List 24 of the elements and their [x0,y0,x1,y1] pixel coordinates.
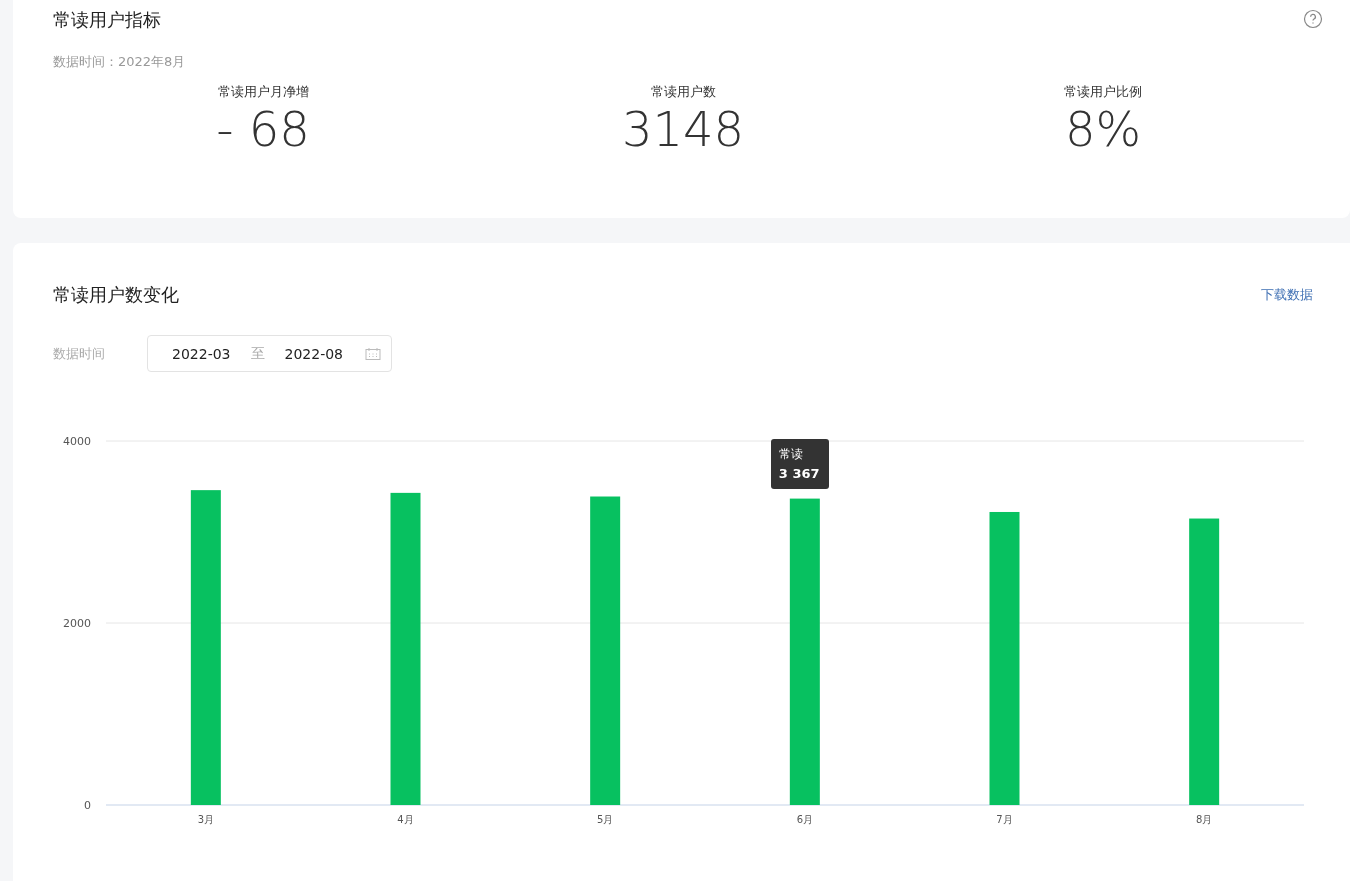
axis-category-label: 7月 [996,814,1013,825]
axis-tick-label: 0 [84,799,91,812]
metric-value: 3148 [621,101,745,157]
axis-category-label: 5月 [597,814,614,825]
section-title: 常读用户数变化 [53,283,179,307]
date-range-picker[interactable]: 2022-03 至 2022-08 [147,335,392,372]
metric-value: - 68 [216,101,310,157]
data-time-text: 数据时间：2022年8月 [53,53,186,71]
metric-value: 8% [1064,101,1142,157]
axis-tick-label: 4000 [63,435,91,448]
download-link[interactable]: 下载数据 [1261,286,1313,304]
help-icon[interactable] [1303,9,1323,29]
metric-label: 常读用户比例 [1064,83,1142,101]
axis-category-label: 4月 [397,814,414,825]
section-title: 常读用户指标 [53,8,161,32]
axis-category-label: 8月 [1196,814,1213,825]
metric-label: 常读用户月净增 [217,83,309,101]
axis-tick-label: 2000 [63,617,91,630]
filter-label: 数据时间 [53,344,106,363]
chart-tooltip: 常读 3 367 [770,438,829,489]
axis-category-label: 3月 [197,814,214,825]
axis-category-label: 6月 [796,814,813,825]
metric-label: 常读用户数 [650,83,716,101]
calendar-icon[interactable] [365,347,381,360]
